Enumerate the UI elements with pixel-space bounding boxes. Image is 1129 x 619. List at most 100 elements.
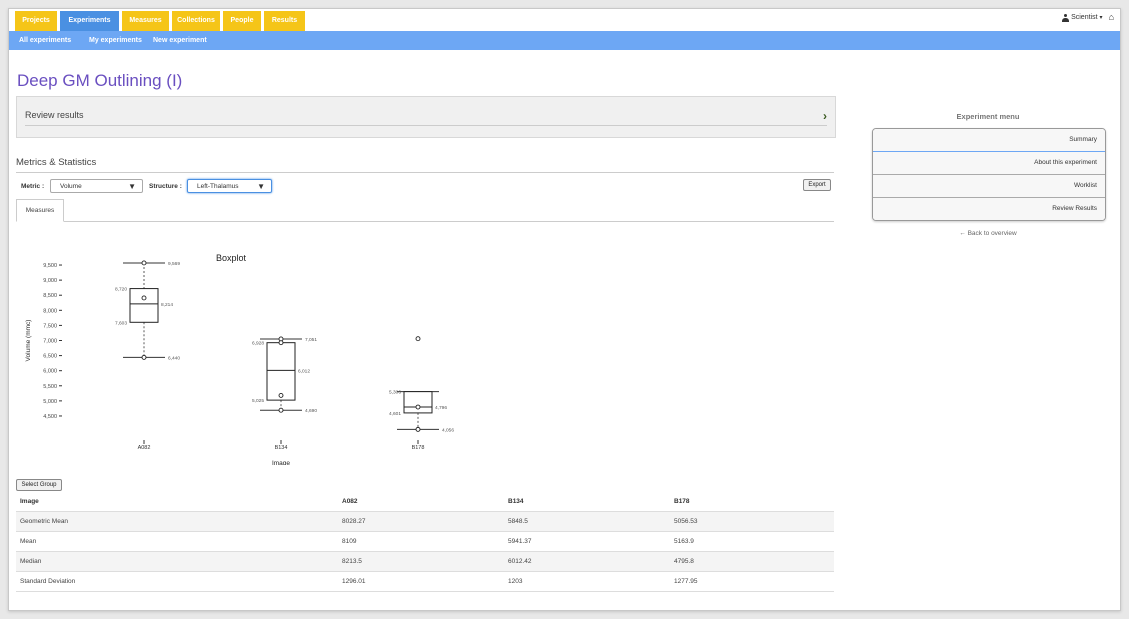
value-label: 4,056 bbox=[442, 427, 454, 433]
experiment-menu-title: Experiment menu bbox=[956, 112, 1020, 121]
menu-item-worklist[interactable]: Worklist bbox=[873, 175, 1105, 198]
y-tick-label: 6,000 bbox=[43, 369, 57, 375]
y-tick-label: 7,500 bbox=[43, 323, 57, 329]
user-area: Scientist ▾ ⌂ bbox=[1062, 13, 1114, 22]
y-tick-label: 9,000 bbox=[43, 278, 57, 284]
y-tick-label: 7,000 bbox=[43, 339, 57, 345]
back-to-overview-link[interactable]: ← Back to overview bbox=[872, 230, 1104, 237]
y-tick-label: 8,000 bbox=[43, 308, 57, 314]
boxplot-chart: Boxplot Volume (mmc) 4,500 5,000 5,500 6,000 6… bbox=[25, 253, 454, 465]
table-cell: Geometric Mean bbox=[16, 511, 338, 532]
tab-bar-line bbox=[16, 221, 834, 222]
table-header-cell: B134 bbox=[504, 492, 670, 512]
data-point bbox=[415, 404, 421, 410]
value-label: 8,214 bbox=[161, 302, 173, 308]
experiment-menu: Summary About this experiment Worklist R… bbox=[872, 128, 1106, 221]
table-header-cell: B178 bbox=[670, 492, 834, 512]
table-cell: Median bbox=[16, 551, 338, 572]
structure-label: Structure : bbox=[149, 183, 182, 190]
data-point bbox=[278, 340, 284, 346]
menu-item-about[interactable]: About this experiment bbox=[873, 152, 1105, 175]
table-cell: 1203 bbox=[504, 571, 670, 592]
box-B178 bbox=[403, 391, 433, 414]
value-label: 4,690 bbox=[305, 408, 317, 414]
link-new-experiment[interactable]: New experiment bbox=[153, 31, 207, 50]
table-cell: 1277.95 bbox=[670, 571, 834, 592]
data-point bbox=[415, 336, 421, 342]
y-axis-label: Volume (mmc) bbox=[25, 320, 32, 362]
statistics-table: Image A082 B134 B178 Geometric Mean 8028… bbox=[16, 492, 834, 592]
data-point bbox=[141, 354, 147, 360]
y-tick-label: 4,500 bbox=[43, 414, 57, 420]
value-label: 5,025 bbox=[252, 398, 264, 404]
dropdown-arrow-icon: ▼ bbox=[257, 182, 265, 191]
caret-down-icon: ▾ bbox=[1099, 15, 1103, 21]
table-cell: 8109 bbox=[338, 531, 504, 552]
table-cell: Mean bbox=[16, 531, 338, 552]
data-point bbox=[278, 392, 284, 398]
tab-people[interactable]: People bbox=[223, 11, 261, 31]
table-cell: 4795.8 bbox=[670, 551, 834, 572]
top-navbar: Projects Experiments Measures Collection… bbox=[9, 9, 1120, 31]
table-cell: 6012.42 bbox=[504, 551, 670, 572]
metric-label: Metric : bbox=[21, 183, 45, 190]
table-row: Median 8213.5 6012.42 4795.8 bbox=[16, 551, 834, 572]
table-header-row: Image A082 B134 B178 bbox=[16, 492, 834, 512]
value-label: 9,569 bbox=[168, 261, 180, 267]
user-icon bbox=[1062, 13, 1070, 22]
dropdown-arrow-icon: ▼ bbox=[128, 182, 136, 191]
export-button[interactable]: Export bbox=[803, 179, 831, 191]
chart-title: Boxplot bbox=[216, 253, 247, 263]
table-cell: 8213.5 bbox=[338, 551, 504, 572]
user-menu[interactable]: Scientist ▾ bbox=[1062, 13, 1103, 22]
structure-select[interactable]: Left-Thalamus ▼ bbox=[187, 179, 272, 193]
sub-navbar: All experiments My experiments New exper… bbox=[9, 31, 1120, 50]
data-point bbox=[278, 407, 284, 413]
y-tick-label: 5,500 bbox=[43, 384, 57, 390]
link-all-experiments[interactable]: All experiments bbox=[19, 31, 71, 50]
tab-measures-panel[interactable]: Measures bbox=[16, 199, 64, 222]
x-tick-label: A082 bbox=[138, 445, 151, 451]
value-label: 7,051 bbox=[305, 337, 317, 343]
data-point bbox=[141, 260, 147, 266]
divider bbox=[25, 125, 827, 126]
metric-select[interactable]: Volume ▼ bbox=[50, 179, 143, 193]
x-tick-label: B134 bbox=[275, 445, 288, 451]
metric-select-value: Volume bbox=[60, 183, 82, 190]
tab-projects[interactable]: Projects bbox=[15, 11, 57, 31]
menu-item-review-results[interactable]: Review Results bbox=[873, 198, 1105, 220]
value-label: 4,601 bbox=[389, 411, 401, 417]
review-results-panel[interactable]: Review results › bbox=[16, 96, 836, 138]
select-group-button[interactable]: Select Group bbox=[16, 479, 62, 491]
structure-select-value: Left-Thalamus bbox=[197, 183, 239, 190]
box-A082 bbox=[129, 288, 159, 323]
data-point bbox=[141, 295, 147, 301]
table-row: Geometric Mean 8028.27 5848.5 5056.53 bbox=[16, 511, 834, 532]
table-cell: 5163.9 bbox=[670, 531, 834, 552]
y-tick-label: 9,500 bbox=[43, 263, 57, 269]
table-header-cell: A082 bbox=[338, 492, 504, 512]
table-row: Standard Deviation 1296.01 1203 1277.95 bbox=[16, 571, 834, 592]
value-label: 7,603 bbox=[115, 320, 127, 326]
chevron-right-icon[interactable]: › bbox=[823, 109, 827, 123]
table-cell: 1296.01 bbox=[338, 571, 504, 592]
y-tick-label: 5,000 bbox=[43, 399, 57, 405]
menu-item-summary[interactable]: Summary bbox=[873, 129, 1105, 152]
home-icon[interactable]: ⌂ bbox=[1109, 13, 1114, 22]
page-title: Deep GM Outlining (I) bbox=[17, 71, 183, 90]
tab-results[interactable]: Results bbox=[264, 11, 305, 31]
table-cell: Standard Deviation bbox=[16, 571, 338, 592]
review-results-label: Review results bbox=[25, 110, 84, 120]
link-my-experiments[interactable]: My experiments bbox=[89, 31, 142, 50]
tab-measures[interactable]: Measures bbox=[122, 11, 169, 31]
divider bbox=[16, 172, 834, 173]
value-label: 6,012 bbox=[298, 368, 310, 374]
table-row: Mean 8109 5941.37 5163.9 bbox=[16, 531, 834, 552]
value-label: 8,720 bbox=[115, 287, 127, 293]
tab-collections[interactable]: Collections bbox=[172, 11, 220, 31]
value-label: 4,796 bbox=[435, 405, 447, 411]
x-axis-label: Image bbox=[272, 460, 290, 465]
table-cell: 5056.53 bbox=[670, 511, 834, 532]
table-cell: 5848.5 bbox=[504, 511, 670, 532]
tab-experiments[interactable]: Experiments bbox=[60, 11, 119, 31]
